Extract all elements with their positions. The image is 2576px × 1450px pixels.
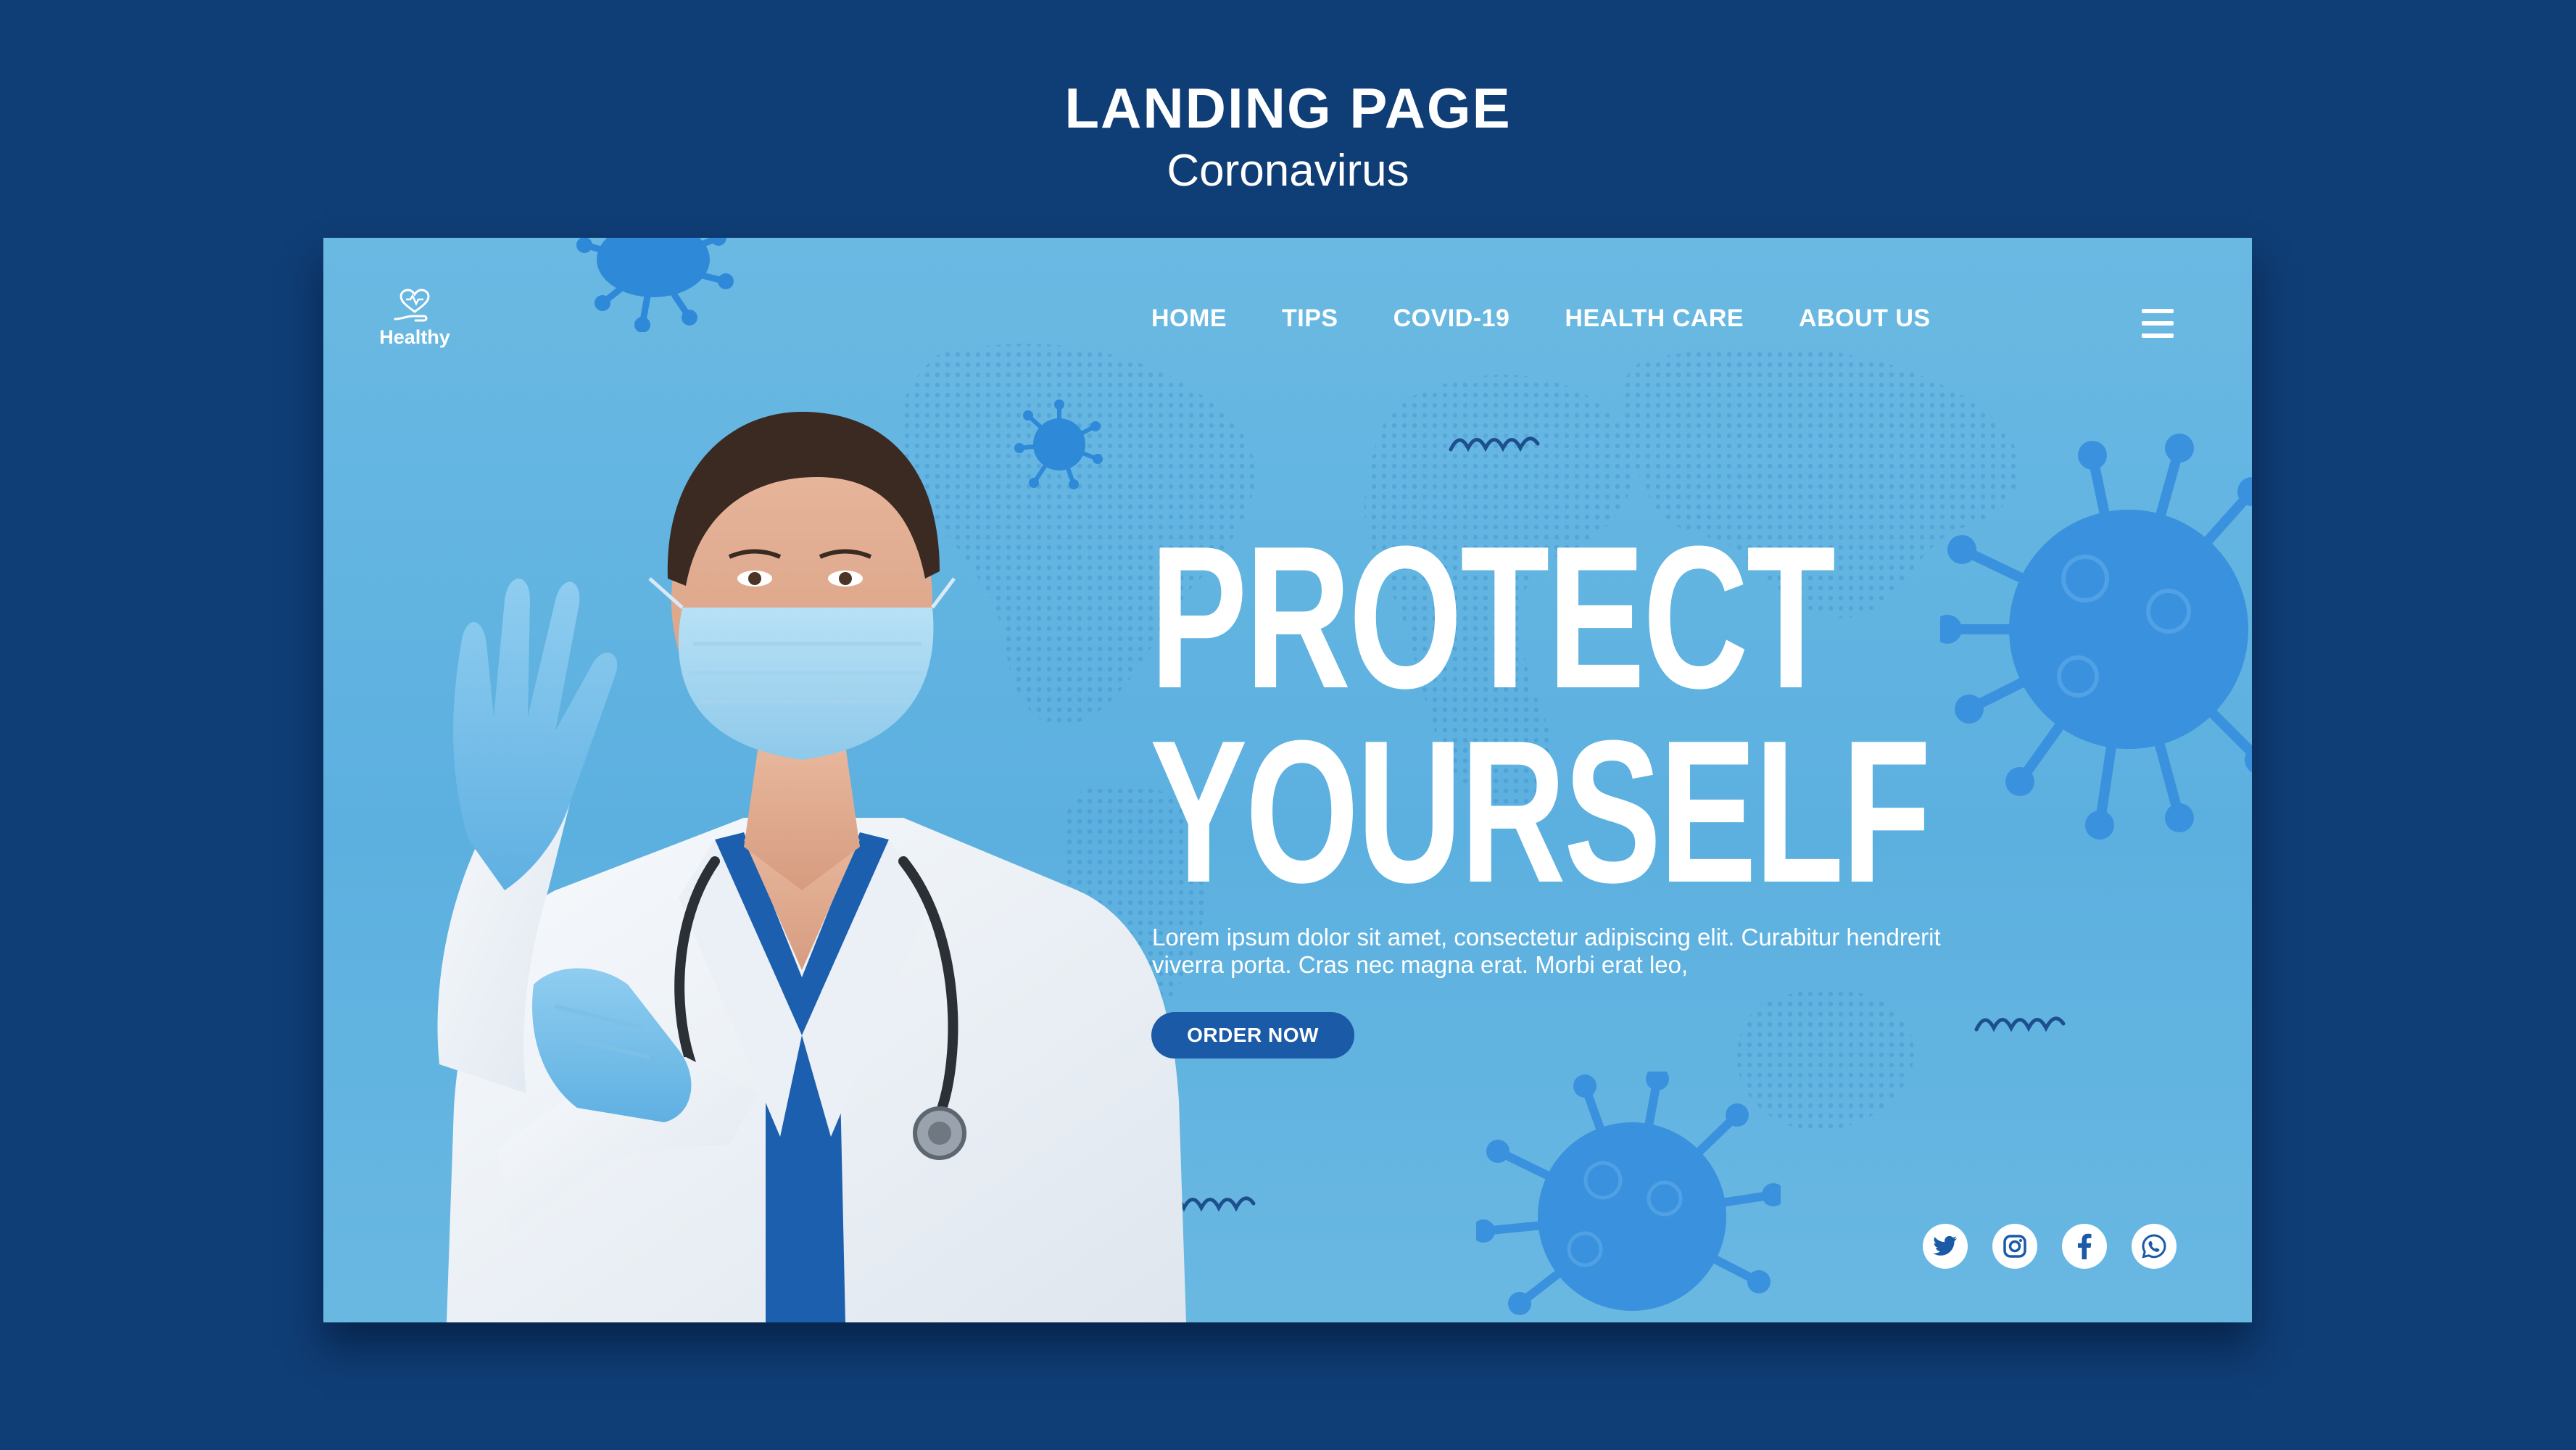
- nav-item-covid-19[interactable]: COVID-19: [1393, 304, 1510, 333]
- order-now-button[interactable]: ORDER NOW: [1151, 1012, 1354, 1058]
- hamburger-menu-icon[interactable]: [2142, 309, 2174, 338]
- nav-item-about-us[interactable]: ABOUT US: [1799, 304, 1931, 333]
- nav-item-tips[interactable]: TIPS: [1282, 304, 1338, 333]
- nav-item-home[interactable]: HOME: [1151, 304, 1227, 333]
- presentation-subtitle: Coronavirus: [1167, 146, 1409, 196]
- hero-body-text: Lorem ipsum dolor sit amet, consectetur …: [1152, 924, 1941, 978]
- main-navigation: HOME TIPS COVID-19 HEALTH CARE ABOUT US: [1151, 304, 1931, 333]
- virus-decoration-top: [576, 238, 734, 332]
- virus-decoration-large-right: [1940, 434, 2252, 840]
- whatsapp-icon[interactable]: [2132, 1224, 2177, 1269]
- virus-decoration-bottom: [1476, 1072, 1781, 1315]
- social-links: [1923, 1224, 2177, 1269]
- hero-title-line-1: PROTECT: [1150, 505, 1836, 731]
- presentation-title: LANDING PAGE: [1064, 76, 1512, 140]
- hero-title-line-2: YOURSELF: [1150, 699, 1931, 925]
- instagram-icon[interactable]: [1992, 1224, 2037, 1269]
- twitter-icon[interactable]: [1923, 1224, 1968, 1269]
- squiggle-decoration-top: [1449, 436, 1540, 452]
- nav-item-health-care[interactable]: HEALTH CARE: [1565, 304, 1744, 333]
- hero-title: PROTECT YOURSELF: [1150, 505, 1931, 925]
- brand-logo[interactable]: Healthy: [371, 287, 458, 347]
- heart-hand-icon: [394, 289, 430, 322]
- brand-name: Healthy: [379, 326, 450, 348]
- landing-page-mockup: Healthy HOME TIPS COVID-19 HEALTH CARE A…: [323, 238, 2252, 1322]
- squiggle-decoration-right: [1974, 1016, 2066, 1032]
- facebook-icon[interactable]: [2062, 1224, 2107, 1269]
